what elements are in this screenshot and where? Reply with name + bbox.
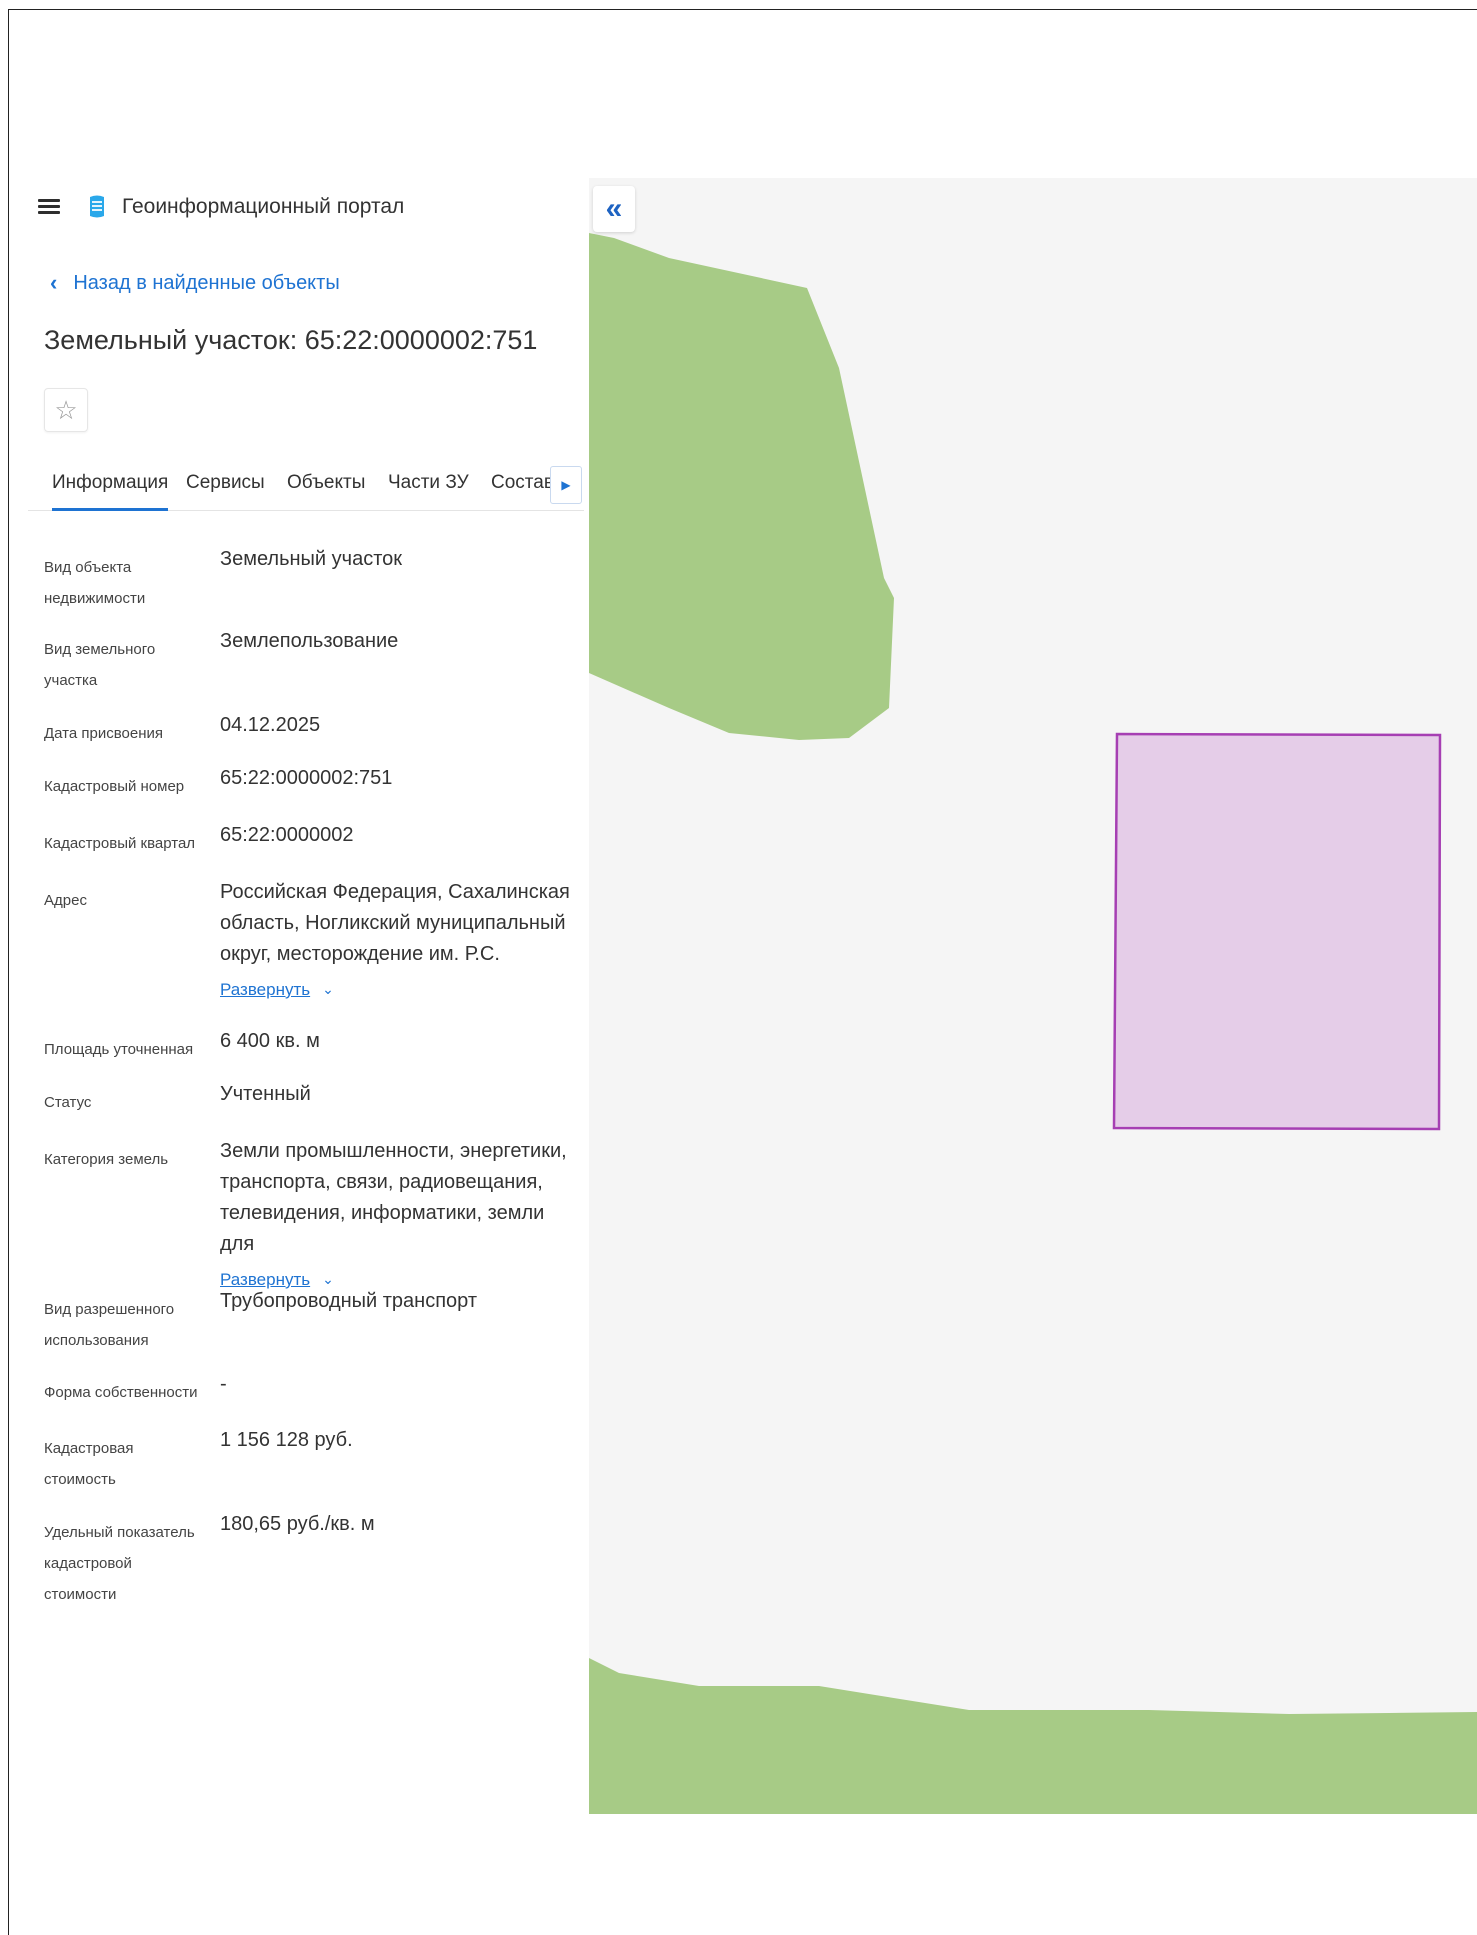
info-label: Кадастровый номер xyxy=(44,778,185,795)
info-label: Кадастровый квартал xyxy=(44,835,196,852)
back-link-label: Назад в найденные объекты xyxy=(73,271,340,294)
map-view[interactable] xyxy=(589,178,1477,1814)
info-label: Форма собственности xyxy=(44,1384,198,1401)
star-outline-icon: ☆ xyxy=(54,394,78,425)
tab-services[interactable]: Сервисы xyxy=(186,470,265,508)
chevron-down-icon: ⌄ xyxy=(322,981,334,997)
vegetation-area xyxy=(589,1658,1477,1814)
info-value: Трубопроводный транспорт xyxy=(220,1290,478,1312)
tab-bar: Информация Сервисы Объекты Части ЗУ Сост… xyxy=(28,466,584,511)
back-to-results-link[interactable]: ‹ Назад в найденные объекты xyxy=(50,270,340,296)
info-label: Вид земельного участка xyxy=(44,641,156,689)
tab-information[interactable]: Информация xyxy=(52,470,169,511)
double-chevron-left-icon: « xyxy=(605,192,623,225)
info-label: Удельный показатель кадастровой стоимост… xyxy=(44,1524,195,1603)
info-value: Земли промышленности, энергетики, трансп… xyxy=(220,1140,567,1255)
info-value: Земельный участок xyxy=(220,548,403,570)
expand-address-link[interactable]: Развернуть ⌄ xyxy=(220,974,580,1005)
hamburger-menu-icon[interactable] xyxy=(38,199,60,215)
info-value: Российская Федерация, Сахалинская област… xyxy=(220,881,570,965)
info-label: Площадь уточненная xyxy=(44,1041,194,1058)
favorite-button[interactable]: ☆ xyxy=(44,388,88,432)
info-value: 1 156 128 руб. xyxy=(220,1429,353,1451)
info-label: Дата присвоения xyxy=(44,725,163,742)
info-value: 65:22:0000002 xyxy=(220,824,354,846)
info-value: Землепользование xyxy=(220,630,399,652)
info-value: - xyxy=(220,1373,227,1395)
triangle-right-icon: ▶ xyxy=(561,478,571,492)
page-title: Земельный участок: 65:22:0000002:751 xyxy=(44,325,538,355)
tab-parcel-parts[interactable]: Части ЗУ xyxy=(388,470,469,508)
tab-objects[interactable]: Объекты xyxy=(287,470,365,508)
land-parcel-polygon[interactable] xyxy=(1112,732,1442,1131)
portal-logo-icon xyxy=(90,195,104,218)
info-label: Вид объекта недвижимости xyxy=(44,559,146,607)
info-label: Кадастровая стоимость xyxy=(44,1440,134,1488)
app-title: Геоинформационный портал xyxy=(122,195,405,218)
info-value: Учтенный xyxy=(220,1083,311,1105)
info-label: Категория земель xyxy=(44,1151,169,1168)
info-value-block: Земли промышленности, энергетики, трансп… xyxy=(220,1136,580,1295)
info-label: Вид разрешенного использования xyxy=(44,1301,175,1349)
map-canvas xyxy=(589,233,1477,1814)
vegetation-area xyxy=(589,233,894,740)
info-value-block: Российская Федерация, Сахалинская област… xyxy=(220,877,580,1005)
chevron-left-icon: ‹ xyxy=(50,270,58,295)
expand-label: Развернуть xyxy=(220,980,311,999)
tabs-scroll-next-button[interactable]: ▶ xyxy=(550,466,582,504)
info-value: 6 400 кв. м xyxy=(220,1030,320,1052)
info-label: Адрес xyxy=(44,892,87,909)
info-value: 180,65 руб./кв. м xyxy=(220,1513,375,1535)
tab-composition[interactable]: Состав xyxy=(491,470,554,508)
collapse-panel-button[interactable]: « xyxy=(593,186,635,232)
app-header: Геоинформационный портал xyxy=(38,192,404,222)
info-label: Статус xyxy=(44,1094,92,1111)
info-value: 04.12.2025 xyxy=(220,714,321,736)
info-value: 65:22:0000002:751 xyxy=(220,767,393,789)
